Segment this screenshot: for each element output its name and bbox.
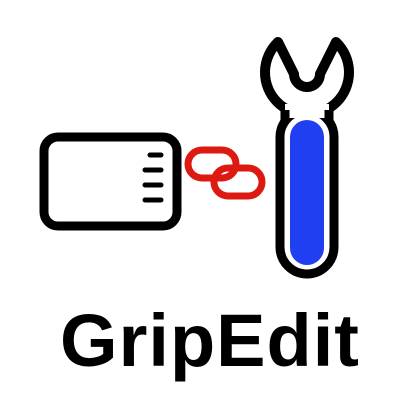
wrench-icon xyxy=(260,37,354,279)
app-name: GripEdit xyxy=(60,299,360,382)
chain-link-icon xyxy=(184,146,266,200)
grip-card-icon xyxy=(39,132,182,231)
